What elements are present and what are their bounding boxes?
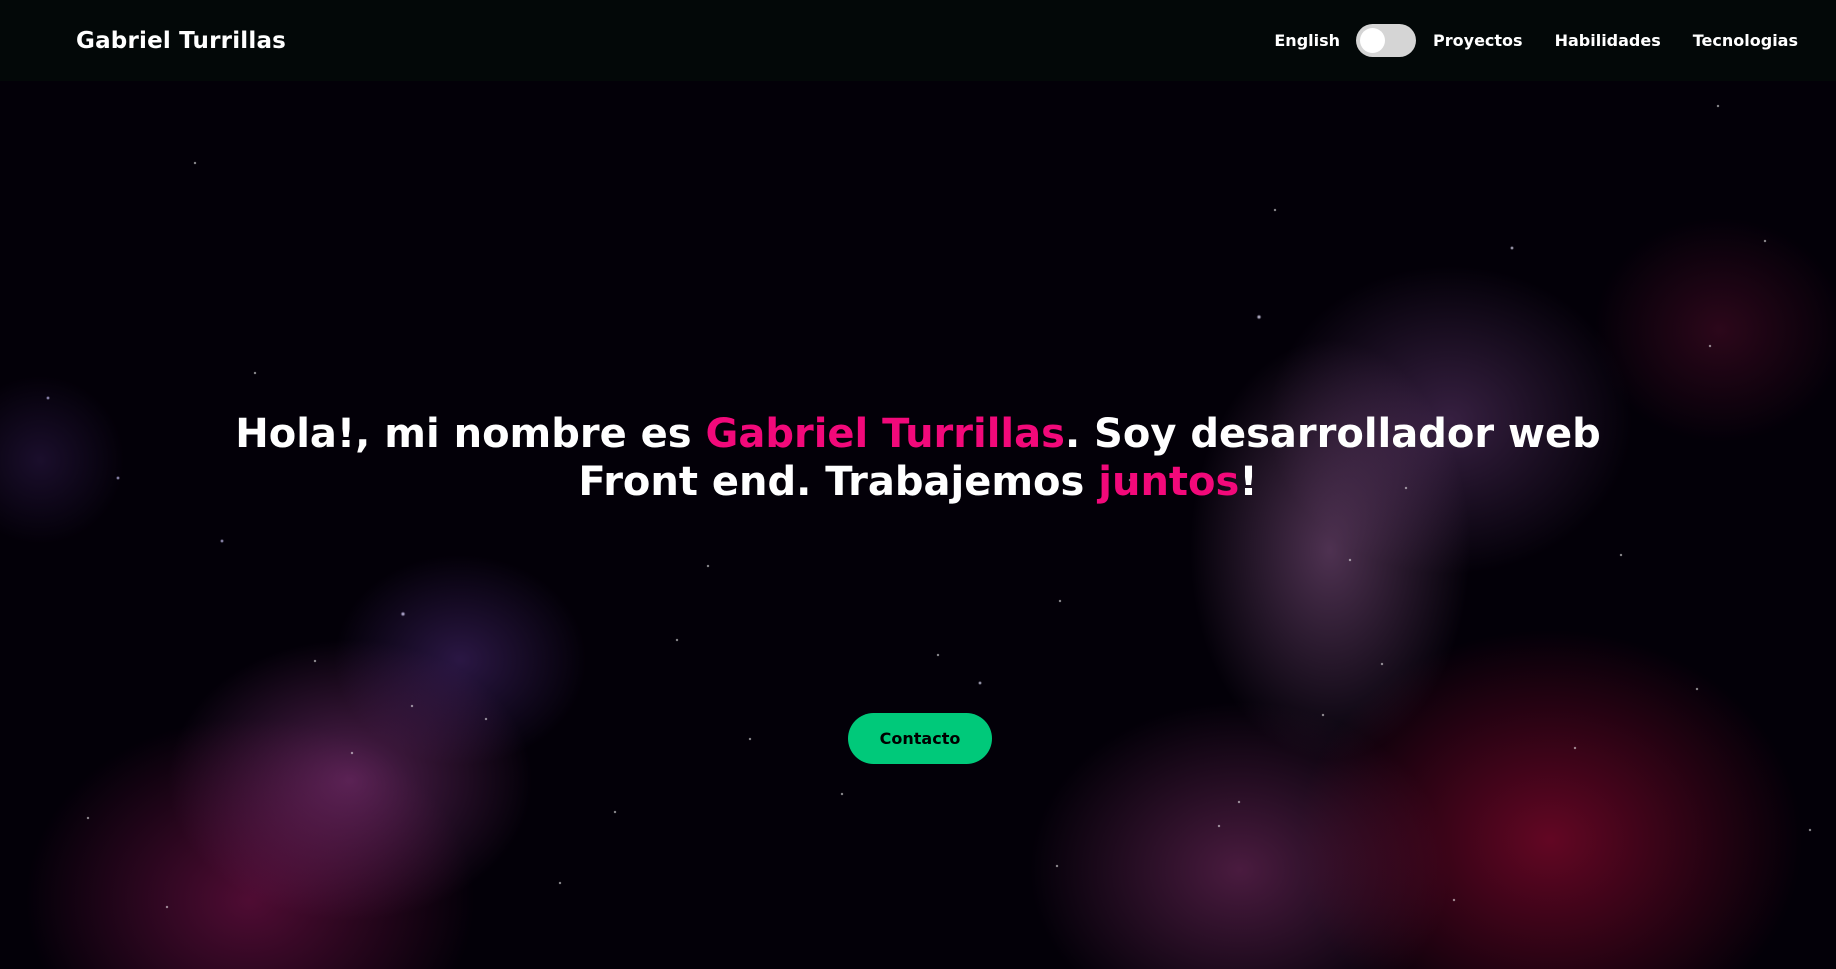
contact-button[interactable]: Contacto bbox=[848, 713, 992, 764]
nav-link-tecnologias[interactable]: Tecnologias bbox=[1693, 31, 1798, 50]
hero-headline: Hola!, mi nombre es Gabriel Turrillas. S… bbox=[0, 410, 1836, 506]
headline-highlight: juntos bbox=[1098, 459, 1240, 505]
nav-link-proyectos[interactable]: Proyectos bbox=[1433, 31, 1523, 50]
language-label: English bbox=[1274, 31, 1341, 50]
site-brand[interactable]: Gabriel Turrillas bbox=[76, 28, 286, 54]
headline-name: Gabriel Turrillas bbox=[705, 411, 1065, 457]
nav-link-habilidades[interactable]: Habilidades bbox=[1555, 31, 1661, 50]
toggle-knob bbox=[1360, 28, 1386, 53]
nav-menu: English Proyectos Habilidades Tecnologia… bbox=[1274, 24, 1798, 57]
headline-line2-prefix: Front end. Trabajemos bbox=[578, 459, 1099, 505]
headline-line2-suffix: ! bbox=[1239, 459, 1258, 505]
navbar: Gabriel Turrillas English Proyectos Habi… bbox=[0, 0, 1836, 81]
language-toggle[interactable] bbox=[1356, 24, 1417, 57]
headline-line1-suffix: . Soy desarrollador web bbox=[1064, 411, 1601, 457]
headline-line1-prefix: Hola!, mi nombre es bbox=[235, 411, 706, 457]
page: Gabriel Turrillas English Proyectos Habi… bbox=[0, 0, 1836, 969]
